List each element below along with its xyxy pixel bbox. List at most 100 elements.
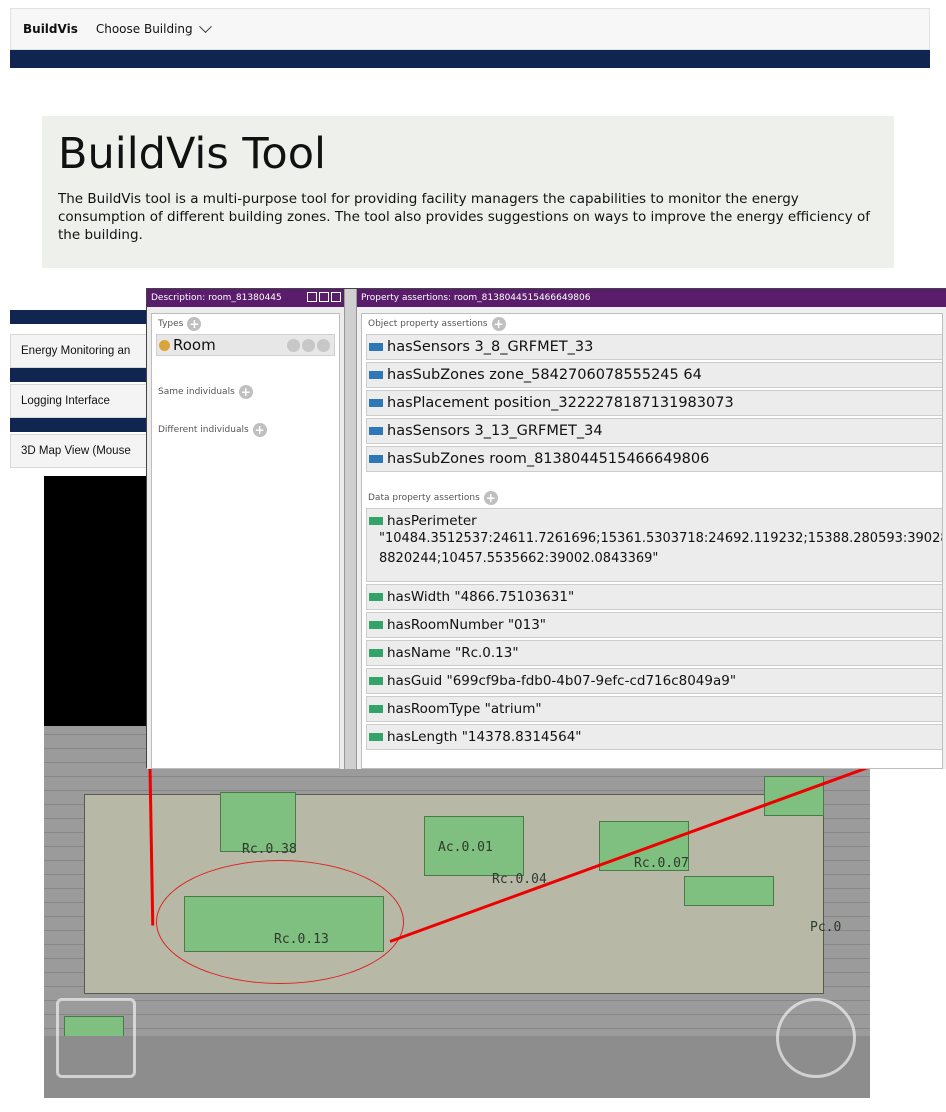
assertion-text: hasSensors 3_13_GRFMET_34 bbox=[387, 423, 603, 439]
class-icon bbox=[159, 339, 170, 351]
tab-label: Logging Interface bbox=[21, 395, 110, 407]
data-property-icon bbox=[369, 677, 383, 685]
add-different-individual-icon[interactable]: + bbox=[252, 423, 267, 437]
jumbotron: BuildVis Tool The BuildVis tool is a mul… bbox=[42, 116, 894, 268]
data-assertion-row-perimeter[interactable]: hasPerimeter "10484.3512537:24611.726169… bbox=[366, 508, 943, 582]
assertion-text: hasSubZones room_8138044515466649806 bbox=[387, 451, 710, 467]
info-icon[interactable] bbox=[287, 339, 300, 352]
close-icon[interactable] bbox=[331, 292, 341, 302]
map-label: Pc.0 bbox=[810, 920, 842, 935]
assertion-text: hasGuid "699cf9ba-fdb0-4b07-9efc-cd716c8… bbox=[387, 673, 737, 689]
tab-header-strip-3 bbox=[10, 418, 150, 432]
map-label: Rc.0.38 bbox=[242, 842, 297, 857]
object-property-icon bbox=[369, 399, 383, 407]
data-assertion-row[interactable]: hasName "Rc.0.13" bbox=[366, 640, 942, 666]
object-assertion-row[interactable]: hasSensors 3_13_GRFMET_34 bbox=[366, 418, 942, 444]
object-section-label: Object property assertions bbox=[368, 319, 488, 329]
data-assertion-row[interactable]: hasGuid "699cf9ba-fdb0-4b07-9efc-cd716c8… bbox=[366, 668, 942, 694]
pan-control-icon[interactable] bbox=[56, 998, 136, 1078]
same-individuals-label: Same individuals bbox=[158, 387, 235, 397]
assertion-text: hasSubZones zone_5842706078555245 64 bbox=[387, 367, 702, 383]
different-individuals-label: Different individuals bbox=[158, 425, 249, 435]
description-title-text: Description: room_81380445 bbox=[151, 293, 282, 303]
description-panel-title: Description: room_81380445 bbox=[147, 289, 344, 307]
brand-link[interactable]: BuildVis bbox=[23, 22, 78, 36]
tab-header-strip-2 bbox=[10, 368, 150, 382]
add-object-property-icon[interactable]: + bbox=[491, 317, 506, 331]
zone-pc[interactable] bbox=[684, 876, 774, 906]
row-actions bbox=[287, 339, 330, 352]
top-navbar: BuildVis Choose Building bbox=[10, 8, 930, 50]
tab-energy-monitoring[interactable]: Energy Monitoring an bbox=[10, 334, 150, 368]
chevron-down-icon bbox=[198, 19, 212, 33]
object-property-icon bbox=[369, 455, 383, 463]
tab-label: Energy Monitoring an bbox=[21, 345, 131, 357]
remove-icon[interactable] bbox=[302, 339, 315, 352]
data-properties-header: Data property assertions + bbox=[362, 488, 942, 508]
panel-splitter[interactable] bbox=[345, 289, 357, 769]
choose-building-dropdown[interactable]: Choose Building bbox=[95, 19, 212, 36]
assertion-text: hasRoomNumber "013" bbox=[387, 617, 547, 633]
property-panel-body: Object property assertions + hasSensors … bbox=[361, 313, 943, 769]
type-row-room[interactable]: Room bbox=[156, 334, 335, 356]
data-assertion-row[interactable]: hasRoomNumber "013" bbox=[366, 612, 942, 638]
types-label: Types bbox=[158, 319, 184, 329]
maximize-icon[interactable] bbox=[319, 292, 329, 302]
tab-logging-interface[interactable]: Logging Interface bbox=[10, 384, 150, 418]
property-panel-title: Property assertions: room_81380445154666… bbox=[357, 289, 946, 307]
types-section-header: Types + bbox=[152, 314, 339, 334]
tab-header-strip-1 bbox=[10, 310, 150, 324]
type-value: Room bbox=[173, 336, 216, 354]
tab-3d-map-view[interactable]: 3D Map View (Mouse bbox=[10, 434, 150, 468]
page-description: The BuildVis tool is a multi-purpose too… bbox=[58, 191, 870, 243]
perimeter-value: "10484.3512537:24611.7261696;15361.53037… bbox=[379, 531, 943, 566]
navbar-accent-strip bbox=[10, 50, 930, 68]
map-lower-area bbox=[44, 1036, 870, 1098]
property-assertions-panel: Property assertions: room_81380445154666… bbox=[357, 289, 946, 769]
data-property-icon bbox=[369, 621, 383, 629]
object-property-icon bbox=[369, 371, 383, 379]
data-property-icon bbox=[369, 649, 383, 657]
data-assertion-row[interactable]: hasLength "14378.8314564" bbox=[366, 724, 942, 750]
assertion-text: hasWidth "4866.75103631" bbox=[387, 589, 575, 605]
assertion-text: hasPlacement position_322227818713198307… bbox=[387, 395, 734, 411]
assertion-text: hasRoomType "atrium" bbox=[387, 701, 542, 717]
perimeter-name: hasPerimeter bbox=[387, 513, 477, 529]
object-properties-header: Object property assertions + bbox=[362, 314, 942, 334]
assertion-text: hasName "Rc.0.13" bbox=[387, 645, 519, 661]
map-label: Rc.0.07 bbox=[634, 856, 689, 871]
rotate-control-icon[interactable] bbox=[776, 998, 856, 1078]
data-property-icon bbox=[369, 593, 383, 601]
description-panel-body: Types + Room Same individuals + Differen… bbox=[151, 313, 340, 769]
add-type-icon[interactable]: + bbox=[187, 317, 202, 331]
data-section-label: Data property assertions bbox=[368, 493, 480, 503]
description-panel: Description: room_81380445 Types + Room bbox=[147, 289, 345, 769]
assertion-text: hasSensors 3_8_GRFMET_33 bbox=[387, 339, 594, 355]
data-property-icon bbox=[369, 517, 383, 525]
window-buttons bbox=[307, 292, 341, 302]
highlight-ellipse bbox=[156, 860, 404, 984]
data-assertion-row[interactable]: hasRoomType "atrium" bbox=[366, 696, 942, 722]
same-individuals-header: Same individuals + bbox=[152, 382, 339, 402]
data-property-icon bbox=[369, 733, 383, 741]
page-title: BuildVis Tool bbox=[58, 129, 326, 179]
ontology-inspector-overlay: Description: room_81380445 Types + Room bbox=[146, 288, 946, 769]
assertion-text: hasLength "14378.8314564" bbox=[387, 729, 582, 745]
data-assertion-row[interactable]: hasWidth "4866.75103631" bbox=[366, 584, 942, 610]
object-property-icon bbox=[369, 343, 383, 351]
different-individuals-header: Different individuals + bbox=[152, 420, 339, 440]
add-data-property-icon[interactable]: + bbox=[483, 491, 498, 505]
map-label: Ac.0.01 bbox=[438, 840, 493, 855]
object-assertion-row[interactable]: hasPlacement position_322227818713198307… bbox=[366, 390, 942, 416]
property-title-text: Property assertions: room_81380445154666… bbox=[361, 293, 591, 303]
object-assertion-row[interactable]: hasSubZones room_8138044515466649806 bbox=[366, 446, 942, 472]
object-property-icon bbox=[369, 427, 383, 435]
edit-icon[interactable] bbox=[317, 339, 330, 352]
minimize-icon[interactable] bbox=[307, 292, 317, 302]
tab-label: 3D Map View (Mouse bbox=[21, 445, 131, 457]
object-assertion-row[interactable]: hasSubZones zone_5842706078555245 64 bbox=[366, 362, 942, 388]
data-property-icon bbox=[369, 705, 383, 713]
add-same-individual-icon[interactable]: + bbox=[238, 385, 253, 399]
object-assertion-row[interactable]: hasSensors 3_8_GRFMET_33 bbox=[366, 334, 942, 360]
choose-building-label: Choose Building bbox=[95, 22, 193, 36]
